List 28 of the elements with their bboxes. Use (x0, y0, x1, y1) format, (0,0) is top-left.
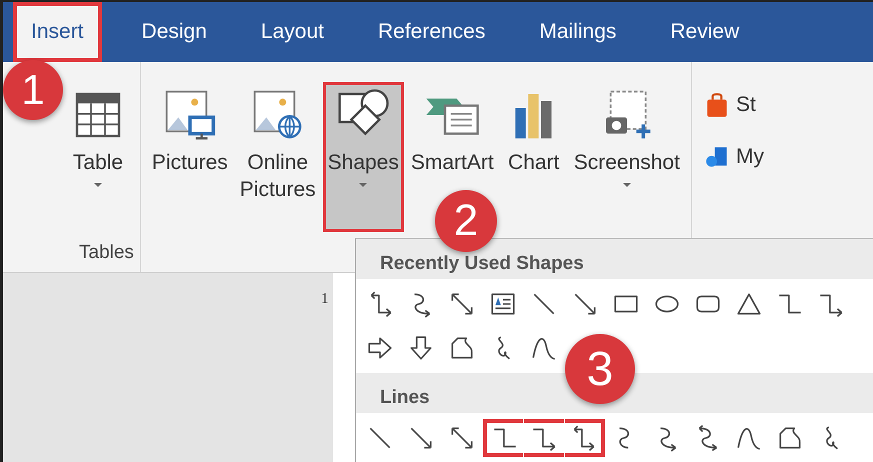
ribbon-tab[interactable]: Review (656, 2, 754, 62)
shapes-button[interactable]: Shapes (322, 82, 404, 232)
ribbon-tab[interactable]: Layout (246, 2, 338, 62)
store-button[interactable]: St (704, 92, 764, 118)
chart-button[interactable]: Chart (500, 82, 567, 180)
button-label: Table (72, 150, 124, 176)
ruler-mark: 1 (321, 291, 328, 308)
button-label: Chart (508, 150, 560, 176)
ribbon-tab[interactable]: Design (128, 2, 221, 62)
smartart-button[interactable]: SmartArt (406, 82, 499, 180)
ribbon-tab[interactable]: Mailings (525, 2, 630, 62)
button-label: SmartArt (410, 150, 494, 176)
screenshot-button[interactable]: Screenshot (568, 82, 685, 192)
ribbon-tab[interactable]: References (364, 2, 500, 62)
caret-icon (358, 182, 368, 188)
online-pictures-button[interactable]: Online Pictures (234, 82, 321, 207)
button-label: Shapes (328, 150, 399, 176)
caret-icon (93, 182, 103, 188)
button-label: Pictures (152, 150, 228, 176)
ribbon-tab[interactable]: Insert (13, 2, 102, 62)
button-label: Screenshot (574, 150, 680, 176)
button-label: Online Pictures (240, 150, 316, 204)
table-button[interactable]: Table (65, 82, 131, 192)
group-label: Tables (78, 242, 134, 265)
section-header: Recently Used Shapes (356, 239, 873, 279)
caret-icon (622, 182, 632, 188)
addins-button[interactable]: My (704, 144, 764, 170)
pictures-button[interactable]: Pictures (146, 82, 233, 180)
